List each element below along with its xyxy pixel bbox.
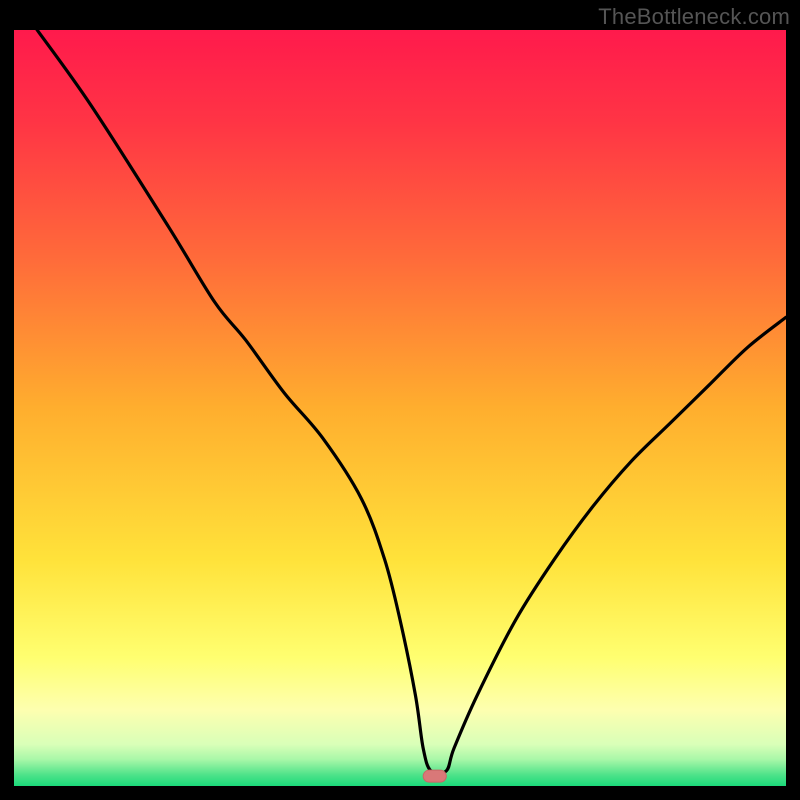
- minimum-marker: [423, 770, 446, 782]
- gradient-background: [14, 30, 786, 786]
- plot-area: [14, 30, 786, 786]
- watermark-text: TheBottleneck.com: [598, 4, 790, 30]
- chart-svg: [14, 30, 786, 786]
- chart-frame: TheBottleneck.com: [0, 0, 800, 800]
